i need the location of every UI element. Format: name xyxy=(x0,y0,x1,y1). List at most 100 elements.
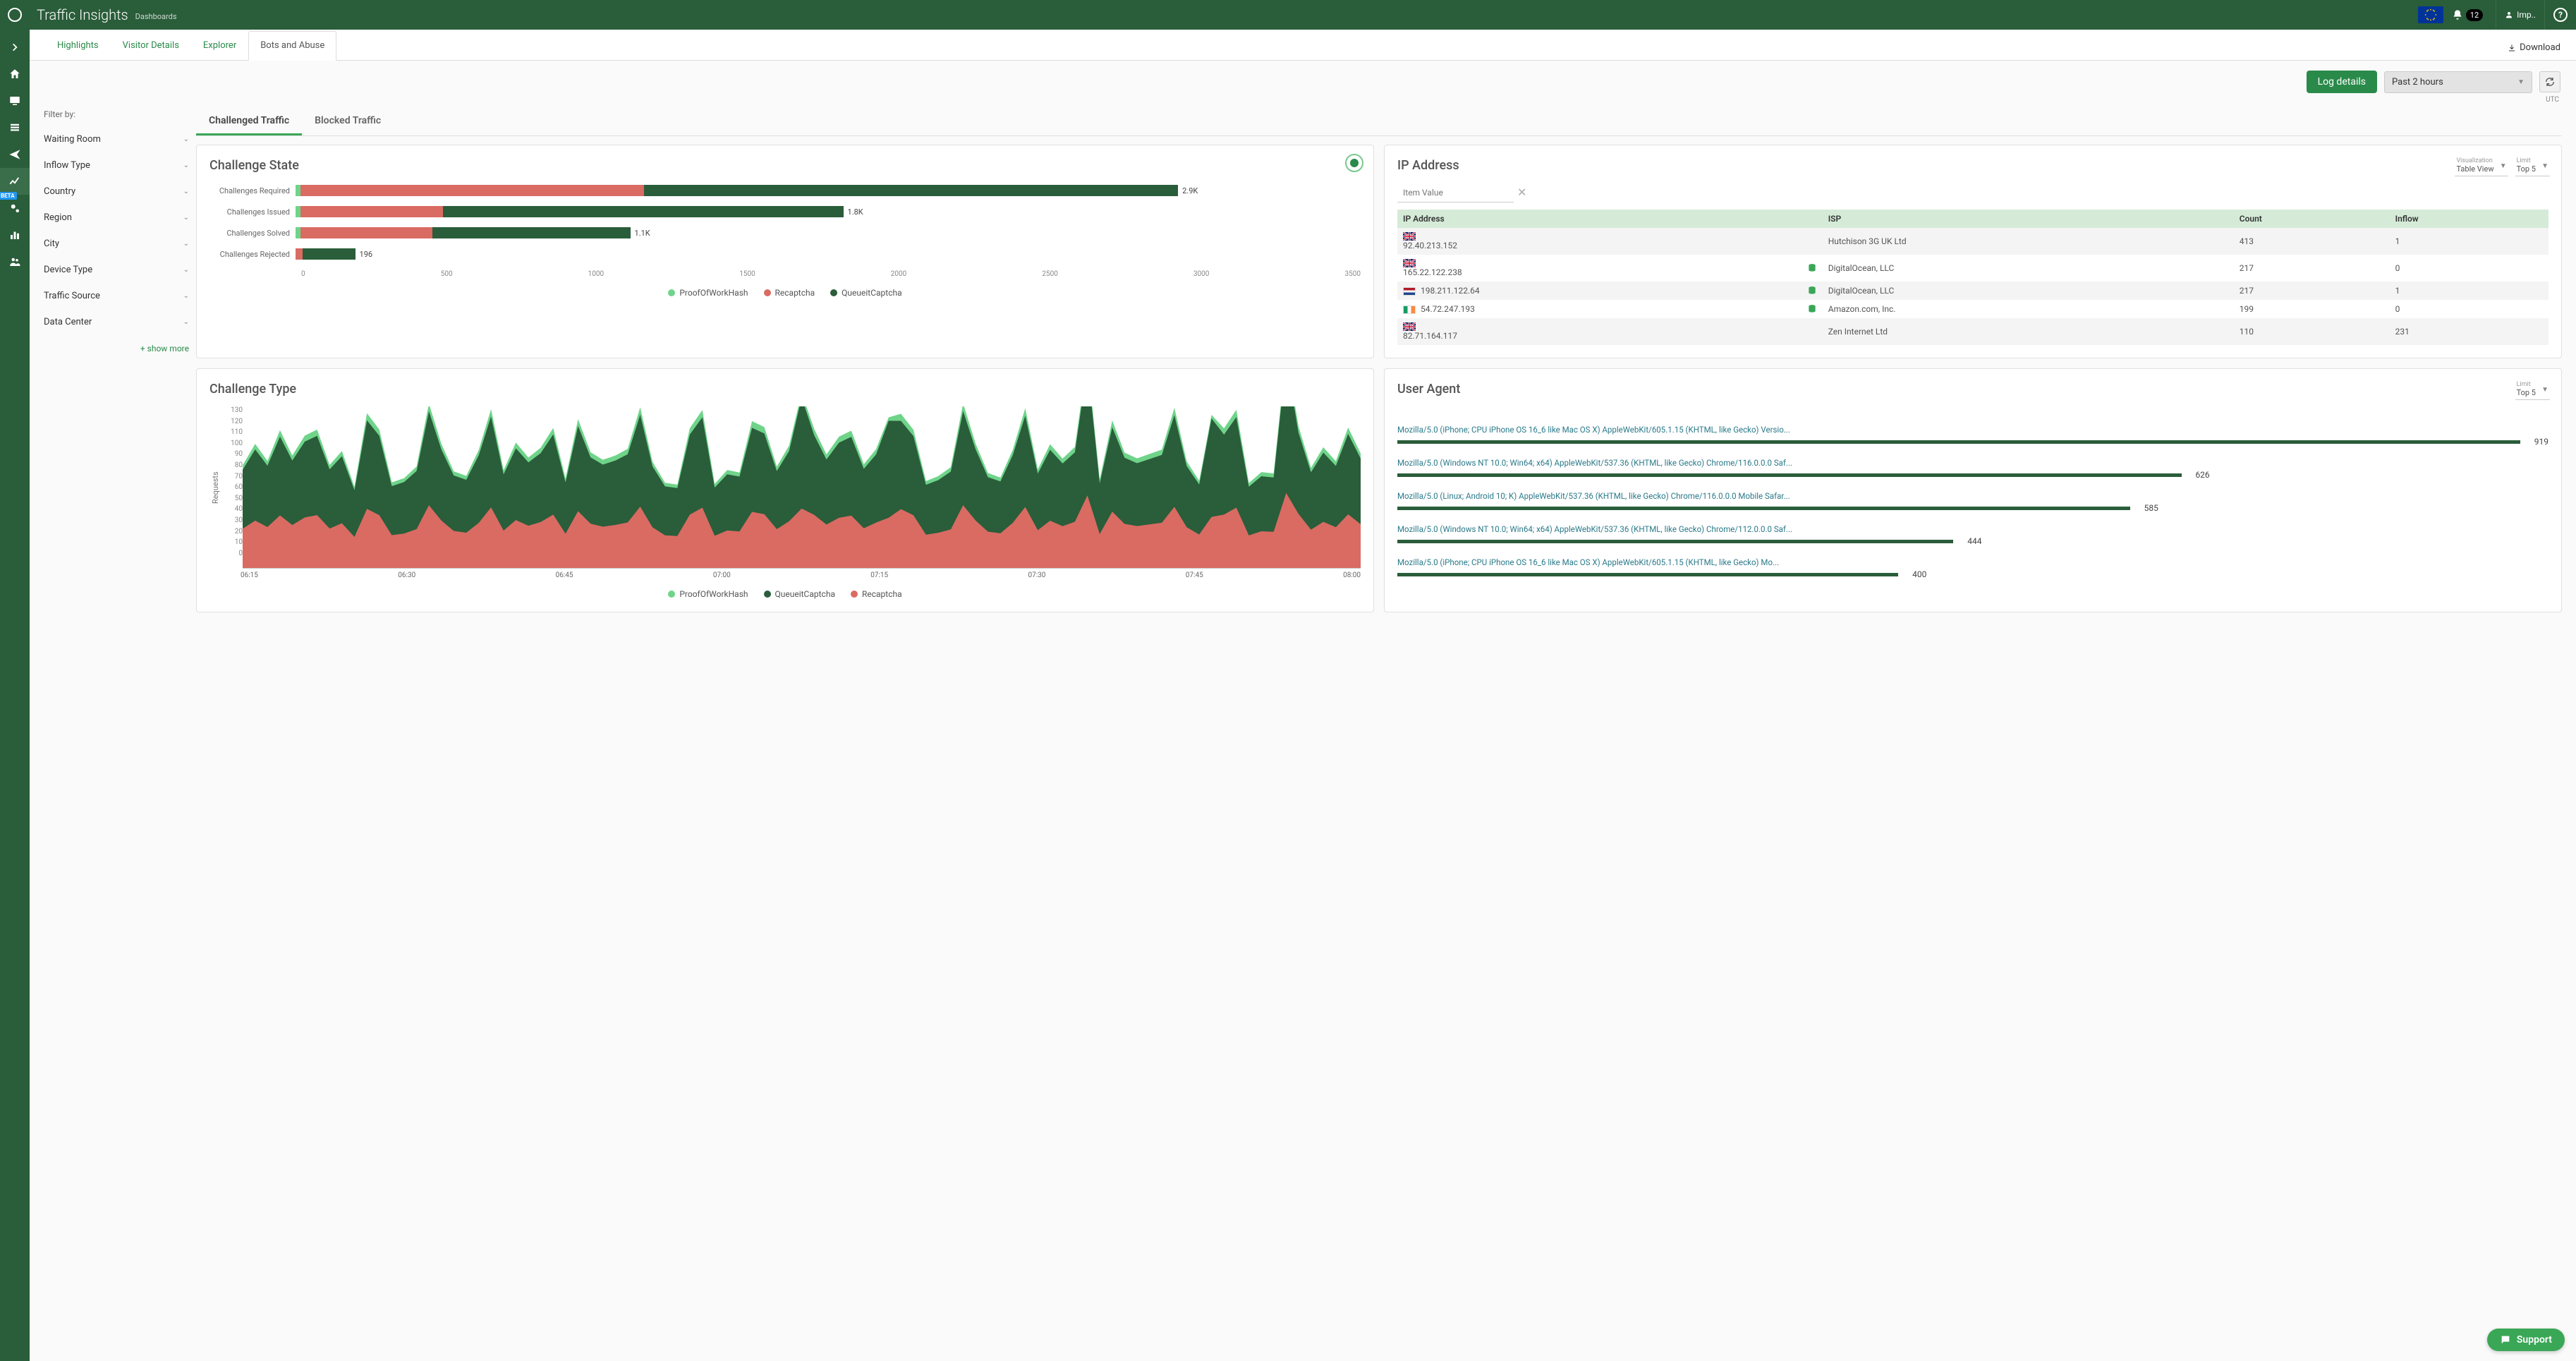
home-icon xyxy=(8,68,21,80)
card-title: User Agent xyxy=(1397,382,2548,397)
chat-icon xyxy=(2500,1334,2511,1345)
chevron-down-icon: ▼ xyxy=(2500,162,2507,170)
user-agent-row[interactable]: Mozilla/5.0 (iPhone; CPU iPhone OS 16_6 … xyxy=(1397,425,2548,447)
list-icon xyxy=(8,121,21,134)
card-title: Challenge State xyxy=(209,158,1361,173)
database-icon xyxy=(1807,286,1817,296)
refresh-icon xyxy=(2544,76,2556,87)
ip-search-input[interactable] xyxy=(1403,188,1513,198)
chevron-down-icon: ▼ xyxy=(2541,162,2548,170)
sidenav-list[interactable] xyxy=(0,114,30,141)
filter-country[interactable]: Country⌄ xyxy=(44,179,189,205)
filter-region[interactable]: Region⌄ xyxy=(44,205,189,231)
challenge-state-card: Challenge State Challenges Required2.9K C… xyxy=(196,145,1374,358)
inner-tab-challenged-traffic[interactable]: Challenged Traffic xyxy=(196,108,302,135)
help-button[interactable]: ? xyxy=(2553,8,2568,22)
y-axis-label: Requests xyxy=(209,406,221,569)
page-title: Traffic Insights xyxy=(37,6,128,23)
chevron-down-icon: ⌄ xyxy=(183,240,189,248)
filter-inflow-type[interactable]: Inflow Type⌄ xyxy=(44,152,189,179)
chevron-down-icon: ▼ xyxy=(2541,386,2548,394)
gears-icon xyxy=(8,202,21,214)
users-icon xyxy=(8,255,21,268)
ua-limit-select[interactable]: Limit Top 5 ▼ xyxy=(2515,379,2550,400)
user-agent-row[interactable]: Mozilla/5.0 (Windows NT 10.0; Win64; x64… xyxy=(1397,524,2548,546)
tabs-row: HighlightsVisitor DetailsExplorerBots an… xyxy=(30,30,2576,61)
inner-tab-blocked-traffic[interactable]: Blocked Traffic xyxy=(302,108,394,135)
bell-icon xyxy=(2452,9,2463,20)
hbar-row[interactable]: Challenges Rejected196 xyxy=(209,246,1361,262)
legend-item[interactable]: Recaptcha xyxy=(851,589,902,599)
ip-address-card: Visualization Table View ▼ Limit Top 5 ▼… xyxy=(1384,145,2562,358)
filter-traffic-source[interactable]: Traffic Source⌄ xyxy=(44,283,189,309)
table-row[interactable]: 92.40.213.152Hutchison 3G UK Ltd4131 xyxy=(1397,228,2548,255)
legend-item[interactable]: ProofOfWorkHash xyxy=(668,288,748,298)
chevron-down-icon: ⌄ xyxy=(183,318,189,326)
chevron-down-icon: ⌄ xyxy=(183,214,189,222)
chevron-down-icon: ⌄ xyxy=(183,162,189,169)
beta-badge: BETA xyxy=(0,192,17,200)
bar-chart-icon xyxy=(8,229,21,241)
sidenav-expand[interactable] xyxy=(0,34,30,61)
visualization-select[interactable]: Visualization Table View ▼ xyxy=(2455,155,2508,176)
tab-explorer[interactable]: Explorer xyxy=(191,31,248,60)
table-row[interactable]: 198.211.122.64DigitalOcean, LLC2171 xyxy=(1397,282,2548,300)
user-label: Imp.. xyxy=(2517,10,2536,20)
breadcrumb[interactable]: Dashboards xyxy=(135,12,177,21)
legend-item[interactable]: Recaptcha xyxy=(764,288,815,298)
filter-waiting-room[interactable]: Waiting Room⌄ xyxy=(44,126,189,152)
sidenav-monitor[interactable] xyxy=(0,87,30,114)
sidenav-users[interactable] xyxy=(0,248,30,275)
limit-select[interactable]: Limit Top 5 ▼ xyxy=(2515,155,2550,176)
user-agent-row[interactable]: Mozilla/5.0 (Windows NT 10.0; Win64; x64… xyxy=(1397,458,2548,480)
region-flag-eu[interactable] xyxy=(2418,6,2443,23)
filter-city[interactable]: City⌄ xyxy=(44,231,189,257)
sidenav-stats[interactable] xyxy=(0,222,30,248)
actions-row: Log details Past 2 hours ▼ xyxy=(30,61,2576,96)
user-menu[interactable]: Imp.. xyxy=(2496,10,2544,20)
user-agent-row[interactable]: Mozilla/5.0 (Linux; Android 10; K) Apple… xyxy=(1397,491,2548,513)
hbar-row[interactable]: Challenges Issued1.8K xyxy=(209,204,1361,219)
filters-heading: Filter by: xyxy=(44,109,189,119)
refresh-button[interactable] xyxy=(2539,71,2560,92)
log-details-button[interactable]: Log details xyxy=(2307,71,2377,93)
time-range-select[interactable]: Past 2 hours ▼ xyxy=(2384,71,2532,93)
notifications-button[interactable]: 12 xyxy=(2452,9,2483,21)
chevron-down-icon: ⌄ xyxy=(183,188,189,195)
legend-item[interactable]: QueueitCaptcha xyxy=(830,288,901,298)
legend-item[interactable]: ProofOfWorkHash xyxy=(668,589,748,599)
tab-visitor-details[interactable]: Visitor Details xyxy=(111,31,191,60)
chevron-down-icon: ⌄ xyxy=(183,292,189,300)
hbar-row[interactable]: Challenges Required2.9K xyxy=(209,183,1361,198)
card-title: IP Address xyxy=(1397,158,2548,173)
show-more-filters[interactable]: + show more xyxy=(44,335,189,353)
user-icon xyxy=(2505,11,2513,19)
area-chart-plot[interactable] xyxy=(243,406,1361,569)
filters-panel: Filter by: Waiting Room⌄Inflow Type⌄Coun… xyxy=(44,108,189,612)
table-row[interactable]: 82.71.164.117Zen Internet Ltd110231 xyxy=(1397,318,2548,345)
analytics-icon xyxy=(8,175,21,188)
sidenav-home[interactable] xyxy=(0,61,30,87)
download-button[interactable]: Download xyxy=(2508,42,2560,60)
legend-item[interactable]: QueueitCaptcha xyxy=(764,589,835,599)
user-agent-row[interactable]: Mozilla/5.0 (iPhone; CPU iPhone OS 16_6 … xyxy=(1397,557,2548,579)
download-icon xyxy=(2508,44,2516,52)
table-row[interactable]: 165.22.122.238DigitalOcean, LLC2170 xyxy=(1397,255,2548,282)
tab-bots-and-abuse[interactable]: Bots and Abuse xyxy=(248,31,336,61)
database-icon xyxy=(1807,263,1817,273)
ip-search[interactable]: ✕ xyxy=(1397,183,1514,202)
sidenav-analytics[interactable] xyxy=(0,168,30,195)
sidenav-admin[interactable]: BETA xyxy=(0,195,30,222)
filter-device-type[interactable]: Device Type⌄ xyxy=(44,257,189,283)
filter-data-center[interactable]: Data Center⌄ xyxy=(44,309,189,335)
hbar-row[interactable]: Challenges Solved1.1K xyxy=(209,225,1361,241)
table-row[interactable]: 54.72.247.193Amazon.com, Inc.1990 xyxy=(1397,300,2548,318)
challenge-type-card: Challenge Type Requests 1301201101009080… xyxy=(196,368,1374,612)
logo[interactable] xyxy=(0,8,30,22)
close-icon[interactable]: ✕ xyxy=(1517,186,1526,199)
tab-highlights[interactable]: Highlights xyxy=(45,31,111,60)
live-indicator-icon xyxy=(1345,154,1363,172)
sidenav-send[interactable] xyxy=(0,141,30,168)
monitor-icon xyxy=(8,95,21,107)
support-button[interactable]: Support xyxy=(2487,1329,2565,1351)
